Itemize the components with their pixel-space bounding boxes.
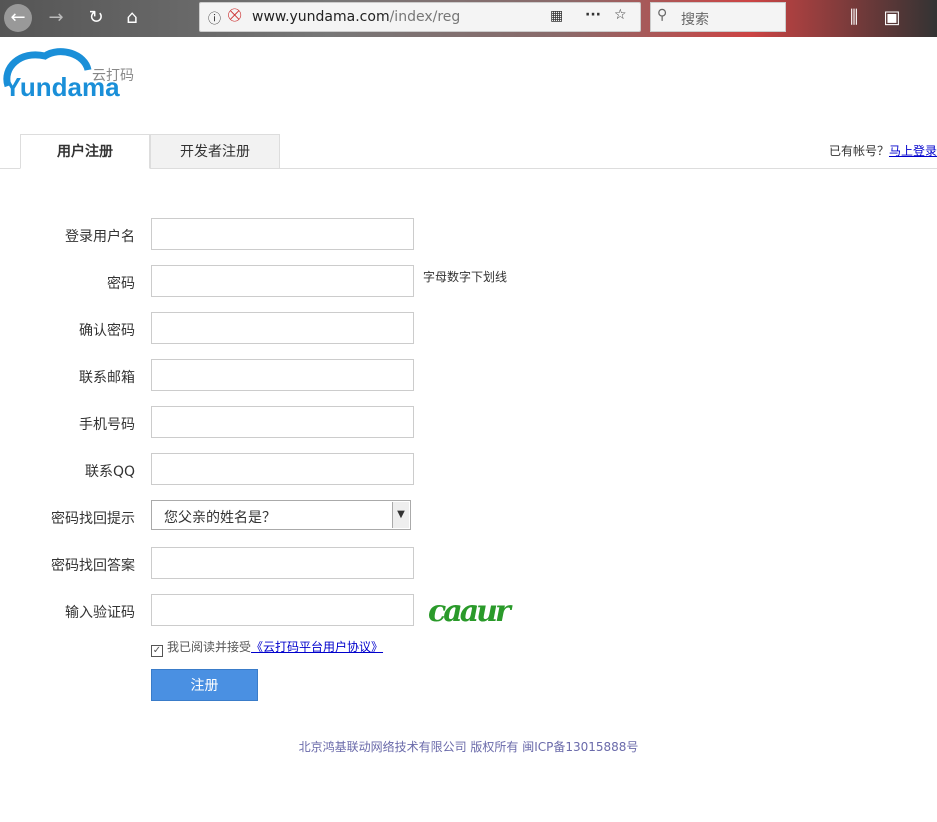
agree-text: 我已阅读并接受 [167, 640, 252, 654]
insecure-icon: ⛒ [228, 8, 242, 23]
login-link[interactable]: 马上登录 [889, 144, 937, 158]
login-prompt: 已有帐号？马上登录 [829, 142, 937, 159]
phone-input[interactable] [151, 406, 414, 438]
question-select[interactable]: 您父亲的姓名是？ ▼ [151, 500, 411, 530]
search-box[interactable]: ⚲ 搜索 [650, 2, 786, 32]
password-row: 密码 [0, 265, 600, 297]
login-prompt-text: 已有帐号？ [828, 144, 889, 158]
tab-user-register[interactable]: 用户注册 [20, 134, 150, 169]
agreement-link[interactable]: 《云打码平台用户协议》 [251, 640, 383, 654]
password-hint: 字母数字下划线 [423, 270, 508, 284]
sidebar-icon[interactable]: ▣ [878, 4, 906, 32]
svg-text:云打码: 云打码 [92, 67, 134, 84]
qq-row: 联系QQ [0, 453, 600, 485]
password-label: 密码 [107, 276, 135, 292]
answer-row: 密码找回答案 [0, 547, 600, 579]
answer-label: 密码找回答案 [51, 558, 135, 574]
url-bar[interactable]: ⓘ ⛒ www.yundama.com/index/reg ▦ ··· ☆ [199, 2, 641, 32]
forward-icon[interactable]: → [42, 4, 70, 32]
question-label: 密码找回提示 [51, 511, 135, 527]
phone-label: 手机号码 [79, 417, 135, 433]
search-icon: ⚲ [657, 7, 668, 23]
url-path: /index/reg [389, 9, 461, 25]
confirm-password-input[interactable] [151, 312, 414, 344]
browser-toolbar: ← → ↻ ⌂ ⓘ ⛒ www.yundama.com/index/reg ▦ … [0, 0, 937, 37]
yundama-logo[interactable]: Yundama 云打码 [0, 48, 150, 104]
library-icon[interactable]: ⫼ [840, 4, 868, 32]
qq-input[interactable] [151, 453, 414, 485]
username-label: 登录用户名 [65, 229, 135, 245]
star-icon[interactable]: ☆ [614, 7, 627, 23]
answer-input[interactable] [151, 547, 414, 579]
registration-tabs: 用户注册 开发者注册 [0, 134, 937, 169]
username-row: 登录用户名 [0, 218, 600, 250]
captcha-input[interactable] [151, 594, 414, 626]
home-icon[interactable]: ⌂ [118, 4, 146, 32]
chevron-down-icon[interactable]: ▼ [392, 502, 409, 528]
search-placeholder: 搜索 [681, 12, 709, 28]
email-input[interactable] [151, 359, 414, 391]
agreement: ✓ 我已阅读并接受《云打码平台用户协议》 [151, 638, 383, 657]
password-input[interactable] [151, 265, 414, 297]
username-input[interactable] [151, 218, 414, 250]
phone-row: 手机号码 [0, 406, 600, 438]
confirm-label: 确认密码 [79, 323, 135, 339]
question-selected: 您父亲的姓名是？ [164, 510, 276, 526]
footer-copyright: 北京鸿基联动网络技术有限公司 版权所有 闽ICP备13015888号 [298, 740, 639, 754]
url-domain: www.yundama.com [252, 9, 390, 25]
qr-icon[interactable]: ▦ [550, 8, 563, 24]
email-label: 联系邮箱 [79, 370, 135, 386]
confirm-row: 确认密码 [0, 312, 600, 344]
captcha-label: 输入验证码 [65, 605, 135, 621]
more-icon[interactable]: ··· [585, 7, 601, 23]
info-icon[interactable]: ⓘ [208, 8, 221, 27]
captcha-image[interactable]: caaur [428, 594, 523, 636]
register-button[interactable]: 注册 [151, 669, 258, 701]
tab-developer-register[interactable]: 开发者注册 [150, 134, 280, 169]
reload-icon[interactable]: ↻ [82, 4, 110, 32]
agree-checkbox[interactable]: ✓ [151, 645, 163, 657]
qq-label: 联系QQ [84, 464, 135, 480]
email-row: 联系邮箱 [0, 359, 600, 391]
back-icon[interactable]: ← [4, 4, 32, 32]
